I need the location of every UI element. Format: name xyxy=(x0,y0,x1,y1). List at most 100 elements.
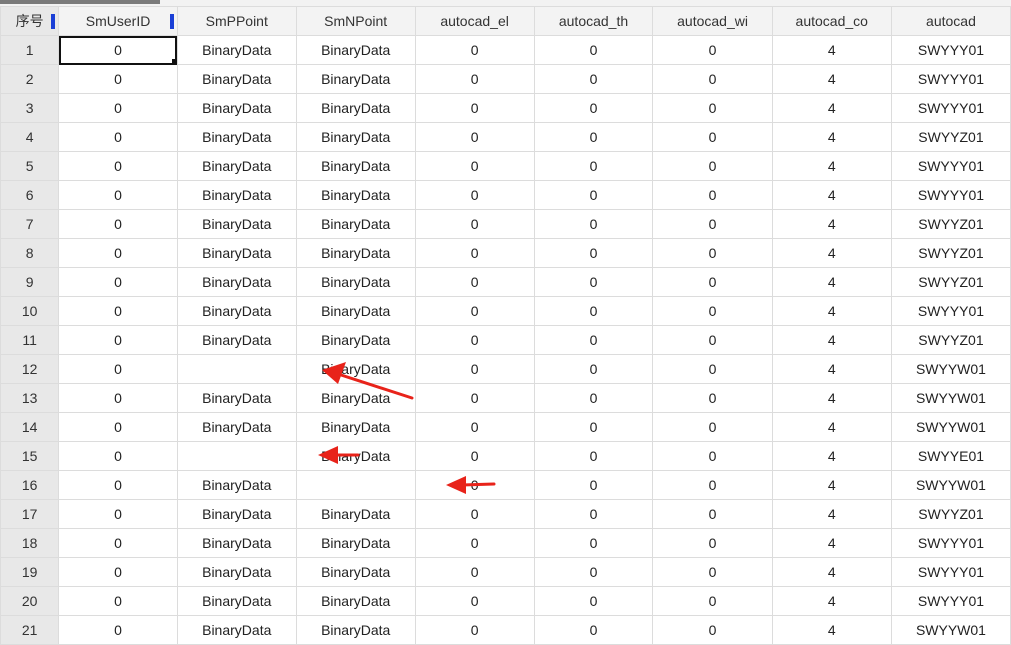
cell-autocad-th[interactable]: 0 xyxy=(533,615,654,645)
cell-autocad-el[interactable]: 0 xyxy=(414,151,535,181)
cell-autocad-th[interactable]: 0 xyxy=(533,267,654,297)
cell-smuserid[interactable]: 0 xyxy=(58,238,178,268)
cell-smuserid[interactable]: 0 xyxy=(58,615,178,645)
cell-autocad-co[interactable]: 4 xyxy=(771,441,892,471)
cell-autocad-co[interactable]: 4 xyxy=(771,615,892,645)
cell-autocad[interactable]: SWYYW01 xyxy=(890,383,1011,413)
cell-autocad-el[interactable]: 0 xyxy=(414,470,535,500)
cell-autocad-th[interactable]: 0 xyxy=(533,238,654,268)
cell-smnpoint[interactable]: BinaryData xyxy=(295,238,416,268)
cell-autocad-wi[interactable]: 0 xyxy=(652,528,773,558)
cell-autocad-co[interactable]: 4 xyxy=(771,151,892,181)
cell-autocad-el[interactable]: 0 xyxy=(414,180,535,210)
column-header-smnpoint[interactable]: SmNPoint xyxy=(295,6,416,36)
cell-autocad-co[interactable]: 4 xyxy=(771,35,892,65)
cell-autocad-co[interactable]: 4 xyxy=(771,325,892,355)
cell-smppoint[interactable]: BinaryData xyxy=(176,586,297,616)
cell-smnpoint[interactable]: BinaryData xyxy=(295,122,416,152)
cell-autocad[interactable]: SWYYY01 xyxy=(890,586,1011,616)
table-row[interactable]: 19 0 BinaryData BinaryData 0 0 0 4 SWYYY01 xyxy=(0,557,1011,587)
cell-autocad-wi[interactable]: 0 xyxy=(652,557,773,587)
cell-smnpoint[interactable]: BinaryData xyxy=(295,325,416,355)
cell-smnpoint[interactable]: BinaryData xyxy=(295,557,416,587)
cell-autocad-wi[interactable]: 0 xyxy=(652,296,773,326)
column-header-smppoint[interactable]: SmPPoint xyxy=(176,6,297,36)
cell-smppoint[interactable]: BinaryData xyxy=(176,64,297,94)
cell-autocad[interactable]: SWYYY01 xyxy=(890,93,1011,123)
cell-autocad-th[interactable]: 0 xyxy=(533,151,654,181)
cell-autocad-th[interactable]: 0 xyxy=(533,441,654,471)
table-row[interactable]: 1 0 BinaryData BinaryData 0 0 0 4 SWYYY01 xyxy=(0,35,1011,65)
cell-smnpoint[interactable]: BinaryData xyxy=(295,35,416,65)
cell-autocad[interactable]: SWYYW01 xyxy=(890,470,1011,500)
cell-autocad-co[interactable]: 4 xyxy=(771,412,892,442)
cell-autocad-el[interactable]: 0 xyxy=(414,35,535,65)
column-header-autocad-co[interactable]: autocad_co xyxy=(771,6,892,36)
cell-smuserid[interactable]: 0 xyxy=(58,354,178,384)
cell-smppoint[interactable] xyxy=(176,354,297,384)
table-row[interactable]: 6 0 BinaryData BinaryData 0 0 0 4 SWYYY01 xyxy=(0,180,1011,210)
cell-autocad-el[interactable]: 0 xyxy=(414,209,535,239)
cell-autocad-co[interactable]: 4 xyxy=(771,64,892,94)
cell-autocad[interactable]: SWYYY01 xyxy=(890,180,1011,210)
table-row[interactable]: 7 0 BinaryData BinaryData 0 0 0 4 SWYYZ01 xyxy=(0,209,1011,239)
column-header-autocad-wi[interactable]: autocad_wi xyxy=(652,6,773,36)
cell-autocad-th[interactable]: 0 xyxy=(533,586,654,616)
cell-autocad[interactable]: SWYYY01 xyxy=(890,557,1011,587)
cell-autocad-wi[interactable]: 0 xyxy=(652,64,773,94)
cell-smnpoint[interactable]: BinaryData xyxy=(295,586,416,616)
table-row[interactable]: 10 0 BinaryData BinaryData 0 0 0 4 SWYYY01 xyxy=(0,296,1011,326)
table-row[interactable]: 5 0 BinaryData BinaryData 0 0 0 4 SWYYY01 xyxy=(0,151,1011,181)
cell-autocad-co[interactable]: 4 xyxy=(771,354,892,384)
table-row[interactable]: 4 0 BinaryData BinaryData 0 0 0 4 SWYYZ01 xyxy=(0,122,1011,152)
cell-autocad-el[interactable]: 0 xyxy=(414,64,535,94)
cell-autocad-co[interactable]: 4 xyxy=(771,267,892,297)
cell-smnpoint[interactable]: BinaryData xyxy=(295,267,416,297)
cell-smppoint[interactable]: BinaryData xyxy=(176,209,297,239)
cell-autocad-el[interactable]: 0 xyxy=(414,412,535,442)
table-row[interactable]: 17 0 BinaryData BinaryData 0 0 0 4 SWYYZ01 xyxy=(0,499,1011,529)
cell-autocad-wi[interactable]: 0 xyxy=(652,151,773,181)
cell-autocad[interactable]: SWYYZ01 xyxy=(890,499,1011,529)
cell-autocad-th[interactable]: 0 xyxy=(533,93,654,123)
cell-autocad-wi[interactable]: 0 xyxy=(652,499,773,529)
cell-autocad-wi[interactable]: 0 xyxy=(652,238,773,268)
cell-smnpoint[interactable]: BinaryData xyxy=(295,93,416,123)
cell-smuserid[interactable]: 0 xyxy=(58,35,178,65)
cell-autocad-co[interactable]: 4 xyxy=(771,296,892,326)
cell-autocad-el[interactable]: 0 xyxy=(414,499,535,529)
table-row[interactable]: 12 0 BinaryData 0 0 0 4 SWYYW01 xyxy=(0,354,1011,384)
cell-smuserid[interactable]: 0 xyxy=(58,499,178,529)
cell-autocad-co[interactable]: 4 xyxy=(771,470,892,500)
cell-autocad-wi[interactable]: 0 xyxy=(652,441,773,471)
table-row[interactable]: 15 0 BinaryData 0 0 0 4 SWYYE01 xyxy=(0,441,1011,471)
column-header-smuserid[interactable]: SmUserID xyxy=(58,6,178,36)
cell-smppoint[interactable]: BinaryData xyxy=(176,267,297,297)
cell-autocad-el[interactable]: 0 xyxy=(414,325,535,355)
cell-smuserid[interactable]: 0 xyxy=(58,64,178,94)
table-row[interactable]: 13 0 BinaryData BinaryData 0 0 0 4 SWYYW01 xyxy=(0,383,1011,413)
cell-autocad-wi[interactable]: 0 xyxy=(652,615,773,645)
cell-smnpoint[interactable]: BinaryData xyxy=(295,151,416,181)
cell-autocad-wi[interactable]: 0 xyxy=(652,586,773,616)
cell-autocad-co[interactable]: 4 xyxy=(771,180,892,210)
cell-autocad-co[interactable]: 4 xyxy=(771,122,892,152)
cell-autocad-el[interactable]: 0 xyxy=(414,557,535,587)
table-row[interactable]: 9 0 BinaryData BinaryData 0 0 0 4 SWYYZ01 xyxy=(0,267,1011,297)
cell-autocad-el[interactable]: 0 xyxy=(414,615,535,645)
table-row[interactable]: 21 0 BinaryData BinaryData 0 0 0 4 SWYYW01 xyxy=(0,615,1011,645)
cell-autocad[interactable]: SWYYY01 xyxy=(890,35,1011,65)
cell-autocad-th[interactable]: 0 xyxy=(533,209,654,239)
cell-autocad-wi[interactable]: 0 xyxy=(652,209,773,239)
cell-autocad-th[interactable]: 0 xyxy=(533,122,654,152)
cell-smuserid[interactable]: 0 xyxy=(58,296,178,326)
cell-autocad-th[interactable]: 0 xyxy=(533,325,654,355)
cell-autocad-wi[interactable]: 0 xyxy=(652,180,773,210)
cell-autocad[interactable]: SWYYZ01 xyxy=(890,122,1011,152)
cell-smuserid[interactable]: 0 xyxy=(58,586,178,616)
cell-smuserid[interactable]: 0 xyxy=(58,209,178,239)
cell-smnpoint[interactable]: BinaryData xyxy=(295,412,416,442)
cell-smnpoint[interactable]: BinaryData xyxy=(295,383,416,413)
cell-autocad[interactable]: SWYYY01 xyxy=(890,528,1011,558)
cell-smuserid[interactable]: 0 xyxy=(58,412,178,442)
